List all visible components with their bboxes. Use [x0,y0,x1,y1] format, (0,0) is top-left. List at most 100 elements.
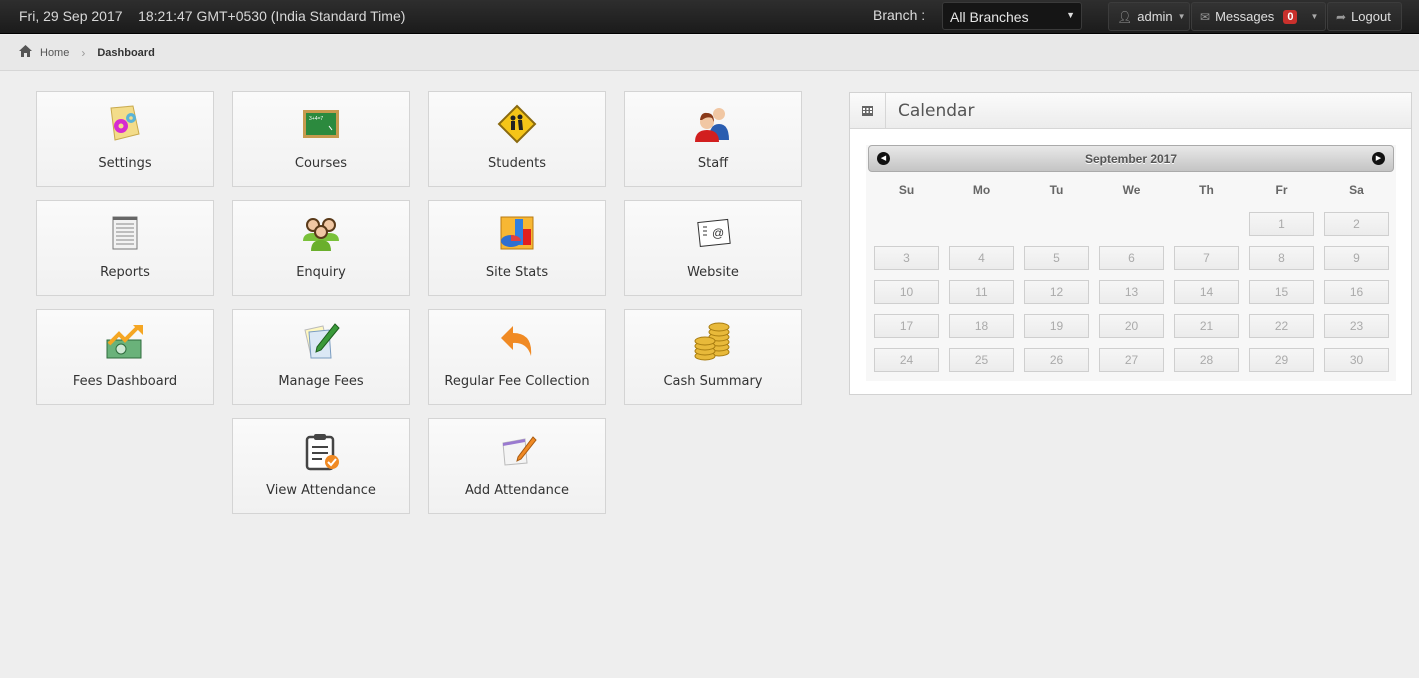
calendar-day[interactable]: 22 [1249,314,1314,338]
money-growth-icon [105,322,145,362]
user-icon: 👤︎ [1117,9,1133,24]
weekday-header: Fr [1275,183,1288,197]
tile-label: View Attendance [266,483,376,498]
calendar-day[interactable]: 23 [1324,314,1389,338]
calendar-day[interactable]: 17 [874,314,939,338]
weekday-header: We [1122,183,1141,197]
tile-site-stats[interactable]: Site Stats [428,200,606,296]
web-mail-icon: @ [693,213,733,253]
calendar-day[interactable]: 10 [874,280,939,304]
charts-icon [497,213,537,253]
tile-regular-fee-collection[interactable]: Regular Fee Collection [428,309,606,405]
tile-settings[interactable]: Settings [36,91,214,187]
breadcrumb-home-link[interactable]: Home [40,47,69,59]
user-name: admin [1137,9,1173,24]
weekday-header: Mo [972,183,991,197]
tile-label: Enquiry [296,265,346,280]
calendar-day[interactable]: 3 [874,246,939,270]
calendar-day[interactable]: 8 [1249,246,1314,270]
tile-label: Reports [100,265,150,280]
tile-staff[interactable]: Staff [624,91,802,187]
weekday-header: Th [1199,183,1214,197]
envelope-icon: ✉ [1200,9,1211,24]
tile-reports[interactable]: Reports [36,200,214,296]
tile-courses[interactable]: 3+4=7 Courses [232,91,410,187]
notepad-pencil-icon [497,431,537,471]
calendar-day[interactable]: 27 [1099,348,1164,372]
calendar-day[interactable]: 12 [1024,280,1089,304]
calendar-day[interactable]: 24 [874,348,939,372]
tile-label: Regular Fee Collection [444,374,590,389]
calendar-day[interactable]: 7 [1174,246,1239,270]
home-icon[interactable] [19,45,32,60]
tile-students[interactable]: Students [428,91,606,187]
calendar-title: Calendar [898,100,975,121]
messages-button[interactable]: ✉ Messages 0 ▼ [1191,2,1326,31]
calendar-month-nav: ◀ September 2017 ▶ [868,145,1394,172]
calendar-day[interactable]: 13 [1099,280,1164,304]
calendar-day[interactable]: 14 [1174,280,1239,304]
tile-label: Settings [98,156,152,171]
tile-view-attendance[interactable]: View Attendance [232,418,410,514]
tile-cash-summary[interactable]: Cash Summary [624,309,802,405]
school-crossing-sign-icon [497,104,537,144]
calendar-day[interactable]: 20 [1099,314,1164,338]
logout-label: Logout [1351,9,1391,24]
tile-label: Manage Fees [278,374,364,389]
calendar-day[interactable]: 29 [1249,348,1314,372]
calendar-day[interactable]: 2 [1324,212,1389,236]
calendar-day[interactable]: 18 [949,314,1014,338]
calendar-day[interactable]: 11 [949,280,1014,304]
coins-icon [693,322,733,362]
tile-add-attendance[interactable]: Add Attendance [428,418,606,514]
calendar-day[interactable]: 1 [1249,212,1314,236]
calendar-day[interactable]: 21 [1174,314,1239,338]
calendar-day[interactable]: 16 [1324,280,1389,304]
settings-gears-icon [105,104,145,144]
tile-label: Courses [294,156,348,171]
calendar-day[interactable]: 5 [1024,246,1089,270]
calendar-day[interactable]: 15 [1249,280,1314,304]
user-menu-button[interactable]: 👤︎ admin ▼ [1108,2,1190,31]
calendar-day[interactable]: 28 [1174,348,1239,372]
calendar-day[interactable]: 4 [949,246,1014,270]
logout-button[interactable]: ➦ Logout [1327,2,1402,31]
branch-selected-value: All Branches [950,9,1029,25]
group-people-icon [301,213,341,253]
tile-manage-fees[interactable]: Manage Fees [232,309,410,405]
tile-label: Staff [697,156,729,171]
breadcrumb-current: Dashboard [97,46,155,59]
chalkboard-icon: 3+4=7 [301,104,341,144]
calendar-day[interactable]: 9 [1324,246,1389,270]
caret-down-icon[interactable]: ▼ [1310,12,1318,21]
next-month-icon[interactable]: ▶ [1372,152,1385,165]
breadcrumb: Home › Dashboard [0,35,1419,71]
calendar-day[interactable]: 19 [1024,314,1089,338]
calendar-day[interactable]: 6 [1099,246,1164,270]
branch-select[interactable]: All Branches ▼ [942,2,1082,30]
weekday-header: Tu [1049,183,1064,197]
tile-label: Website [687,265,739,280]
caret-down-icon: ▼ [1177,12,1186,21]
calendar-day[interactable]: 30 [1324,348,1389,372]
calendar-panel: Calendar ◀ September 2017 ▶ Su Mo Tu We Th Fr… [849,92,1412,395]
caret-down-icon: ▼ [1066,10,1075,20]
tile-fees-dashboard[interactable]: Fees Dashboard [36,309,214,405]
weekday-header: Sa [1349,183,1364,197]
calendar-day[interactable]: 26 [1024,348,1089,372]
tile-label: Fees Dashboard [72,374,178,389]
tile-website[interactable]: @ Website [624,200,802,296]
tile-enquiry[interactable]: Enquiry [232,200,410,296]
staff-people-icon [693,104,733,144]
chevron-right-icon: › [81,45,86,60]
calendar-month-label: September 2017 [1084,152,1178,166]
tile-label: Add Attendance [465,483,569,498]
calendar-day[interactable]: 25 [949,348,1014,372]
calendar-icon [850,92,886,129]
datetime-display: Fri, 29 Sep 2017 18:21:47 GMT+0530 (Indi… [19,8,406,24]
messages-count-badge: 0 [1283,9,1298,24]
svg-text:3+4=7: 3+4=7 [309,116,323,122]
share-arrow-icon: ➦ [1336,9,1347,24]
messages-label: Messages [1215,9,1275,24]
branch-label: Branch : [873,7,926,23]
